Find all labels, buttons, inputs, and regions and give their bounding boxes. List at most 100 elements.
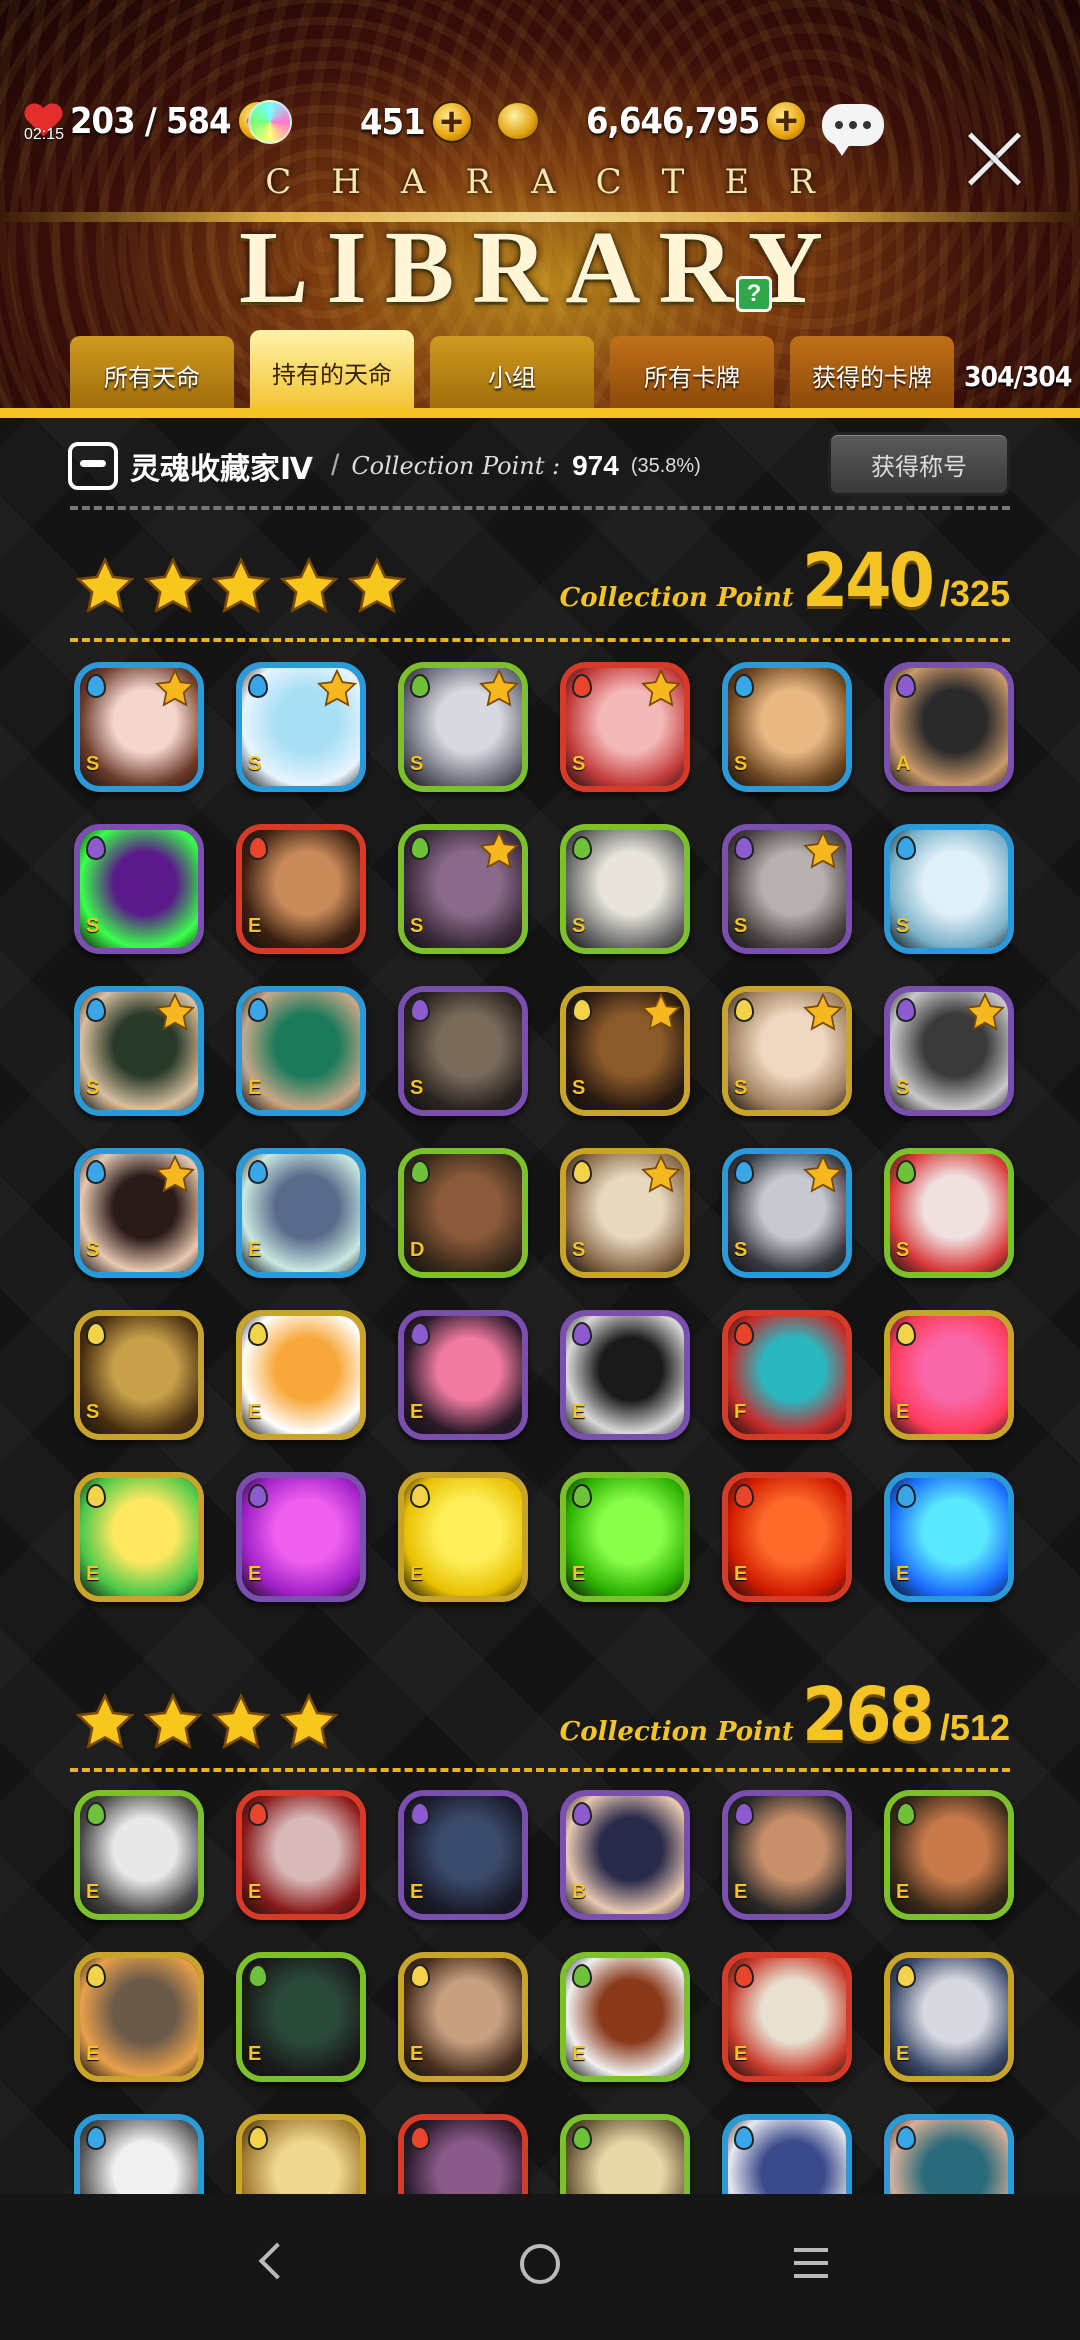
character-card[interactable]: E [398, 1310, 528, 1440]
add-gold-button[interactable] [765, 100, 808, 142]
character-card[interactable]: B [560, 1790, 690, 1920]
character-card[interactable]: E [884, 1790, 1014, 1920]
character-card[interactable]: E [398, 2114, 528, 2194]
awakened-star-icon [802, 830, 844, 872]
character-card[interactable]: E [560, 1310, 690, 1440]
light-element-icon [896, 1322, 916, 1346]
chat-icon[interactable] [822, 104, 884, 156]
character-card[interactable]: S [74, 824, 204, 954]
character-card[interactable]: S [884, 1148, 1014, 1278]
card-rank: E [410, 1401, 424, 1423]
character-card[interactable]: S [722, 986, 852, 1116]
character-card[interactable]: S [560, 662, 690, 792]
get-title-button[interactable]: 获得称号 [828, 432, 1010, 496]
star-rating [74, 1692, 340, 1754]
coin-icon [496, 101, 540, 141]
home-icon[interactable] [520, 2244, 560, 2284]
menu-icon[interactable] [794, 2248, 828, 2278]
wood-element-icon [572, 836, 592, 860]
character-card[interactable]: E [236, 1148, 366, 1278]
character-card[interactable]: E [884, 1310, 1014, 1440]
character-card[interactable]: E [560, 1952, 690, 2082]
tab-group[interactable]: 小组 [430, 336, 594, 408]
card-rank: E [248, 1881, 262, 1903]
character-card[interactable]: S [74, 986, 204, 1116]
character-card[interactable]: S [884, 824, 1014, 954]
card-rank: S [572, 1239, 586, 1261]
character-card[interactable]: S [398, 986, 528, 1116]
character-card[interactable]: A [884, 662, 1014, 792]
character-card[interactable]: S [560, 986, 690, 1116]
character-card[interactable]: E [722, 2114, 852, 2194]
section-cp: Collection Point 268 /512 [560, 1672, 1010, 1758]
character-card[interactable]: E [236, 824, 366, 954]
character-card[interactable]: S [398, 824, 528, 954]
character-card[interactable]: E [236, 1790, 366, 1920]
wood-element-icon [896, 1160, 916, 1184]
character-card[interactable]: E [884, 2114, 1014, 2194]
character-card[interactable]: S [74, 1310, 204, 1440]
character-card[interactable]: E [722, 1952, 852, 2082]
card-rank: E [572, 1401, 586, 1423]
card-rank: S [734, 1239, 748, 1261]
character-card[interactable]: S [560, 1148, 690, 1278]
character-card[interactable]: E [74, 1790, 204, 1920]
help-button[interactable]: ? [736, 276, 772, 312]
section-divider [70, 1768, 1010, 1772]
character-card[interactable]: F [722, 1310, 852, 1440]
character-card[interactable]: S [884, 986, 1014, 1116]
collection-list[interactable]: 灵魂收藏家Ⅳ / Collection Point : 974 (35.8%) … [0, 418, 1080, 2194]
character-card[interactable]: E [74, 1472, 204, 1602]
character-card[interactable]: E [722, 1472, 852, 1602]
section-cp-total: /512 [939, 1707, 1010, 1748]
character-card[interactable]: E [722, 1790, 852, 1920]
card-rank: E [248, 2043, 262, 2065]
tab-all-cards[interactable]: 所有卡牌 [610, 336, 774, 408]
character-card[interactable]: D [398, 1148, 528, 1278]
add-gems-button[interactable] [430, 101, 473, 143]
character-card[interactable]: E [236, 1472, 366, 1602]
character-card[interactable]: S [74, 662, 204, 792]
character-card[interactable]: E [74, 2114, 204, 2194]
water-element-icon [896, 1484, 916, 1508]
character-card[interactable]: E [236, 1310, 366, 1440]
character-card[interactable]: S [560, 824, 690, 954]
wood-element-icon [86, 1802, 106, 1826]
character-card[interactable]: E [884, 1472, 1014, 1602]
tab-owned-destiny[interactable]: 持有的天命 [250, 330, 414, 408]
awakened-star-icon [154, 668, 196, 710]
light-element-icon [572, 998, 592, 1022]
awakened-star-icon [802, 1154, 844, 1196]
character-card[interactable]: E [560, 1472, 690, 1602]
character-card[interactable]: S [722, 1148, 852, 1278]
character-card[interactable]: S [722, 824, 852, 954]
dark-element-icon [410, 1802, 430, 1826]
tab-all-destiny[interactable]: 所有天命 [70, 336, 234, 408]
character-card[interactable]: E [560, 2114, 690, 2194]
tab-underline [0, 408, 1080, 418]
card-rank: E [734, 1881, 748, 1903]
character-card[interactable]: E [398, 1790, 528, 1920]
light-element-icon [896, 1964, 916, 1988]
card-rank: E [734, 1563, 748, 1585]
wood-element-icon [410, 674, 430, 698]
tab-obtained-cards[interactable]: 获得的卡牌 [790, 336, 954, 408]
character-card[interactable]: E [398, 1472, 528, 1602]
character-card[interactable]: E [884, 1952, 1014, 2082]
character-card[interactable]: E [398, 1952, 528, 2082]
character-card[interactable]: E [236, 2114, 366, 2194]
character-card[interactable]: E [74, 1952, 204, 2082]
character-card[interactable]: S [722, 662, 852, 792]
card-rank: E [896, 1401, 910, 1423]
character-card[interactable]: S [74, 1148, 204, 1278]
card-rank: S [734, 753, 748, 775]
back-icon[interactable] [254, 2238, 284, 2288]
character-card[interactable]: S [236, 662, 366, 792]
character-card[interactable]: S [398, 662, 528, 792]
cp-label: Collection Point : [351, 452, 561, 480]
wood-element-icon [572, 1964, 592, 1988]
water-element-icon [248, 998, 268, 1022]
character-card[interactable]: E [236, 1952, 366, 2082]
star-icon [142, 1692, 204, 1754]
character-card[interactable]: E [236, 986, 366, 1116]
